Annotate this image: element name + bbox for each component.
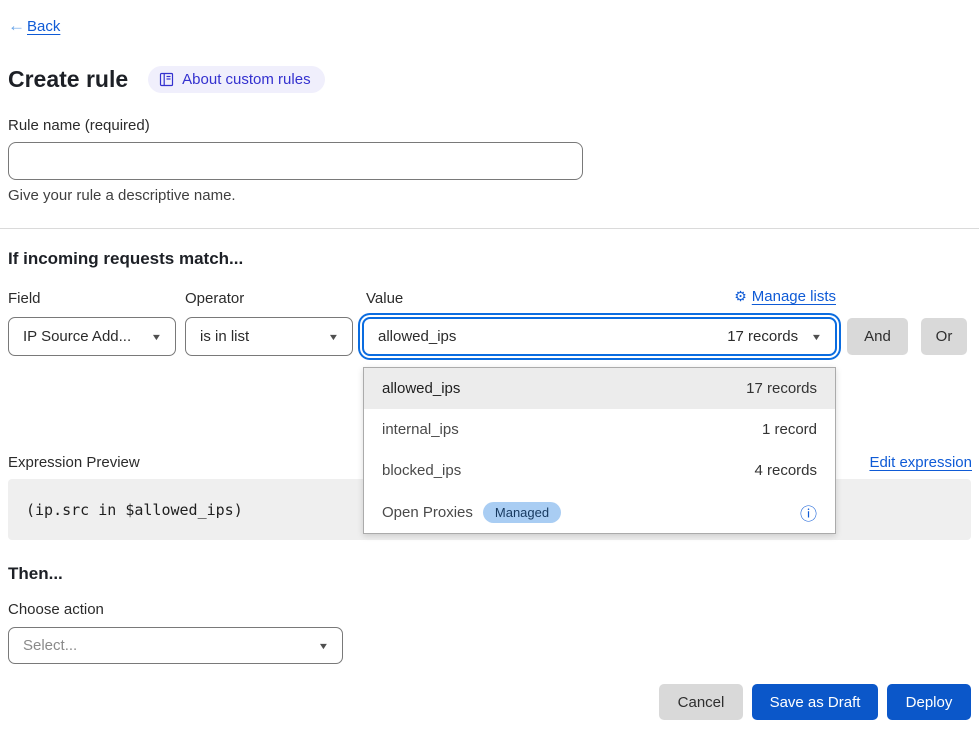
list-item-allowed-ips[interactable]: allowed_ips 17 records bbox=[364, 368, 835, 409]
list-item-name: internal_ips bbox=[382, 421, 459, 438]
cancel-button[interactable]: Cancel bbox=[659, 684, 743, 720]
edit-expression-link[interactable]: Edit expression bbox=[869, 454, 972, 471]
chevron-down-icon: ▼ bbox=[811, 332, 823, 342]
about-custom-rules-label: About custom rules bbox=[182, 71, 310, 88]
section-divider bbox=[0, 228, 979, 229]
value-select-records: 17 records bbox=[727, 328, 798, 345]
then-section-heading: Then... bbox=[8, 564, 63, 584]
back-link-label: Back bbox=[27, 18, 60, 35]
or-button[interactable]: Or bbox=[921, 318, 967, 355]
list-item-internal-ips[interactable]: internal_ips 1 record bbox=[364, 409, 835, 450]
operator-label: Operator bbox=[185, 290, 244, 307]
rule-name-input[interactable] bbox=[8, 142, 583, 180]
value-select-value: allowed_ips bbox=[378, 328, 456, 345]
field-select-value: IP Source Add... bbox=[23, 328, 131, 345]
rule-name-helper: Give your rule a descriptive name. bbox=[8, 187, 236, 204]
list-item-records: 4 records bbox=[754, 462, 817, 479]
list-item-records: 17 records bbox=[746, 380, 817, 397]
expression-code: (ip.src in $allowed_ips) bbox=[8, 501, 243, 519]
list-item-name: Open Proxies bbox=[382, 504, 473, 521]
field-select[interactable]: IP Source Add... ▼ bbox=[8, 317, 176, 356]
list-item-name: allowed_ips bbox=[382, 380, 460, 397]
list-item-blocked-ips[interactable]: blocked_ips 4 records bbox=[364, 450, 835, 491]
chevron-down-icon: ▼ bbox=[318, 641, 330, 651]
value-label: Value bbox=[366, 290, 403, 307]
deploy-button[interactable]: Deploy bbox=[887, 684, 971, 720]
match-section-heading: If incoming requests match... bbox=[8, 249, 243, 269]
field-label: Field bbox=[8, 290, 41, 307]
list-item-open-proxies[interactable]: Open Proxies Managed ⓘ bbox=[364, 491, 835, 533]
choose-action-label: Choose action bbox=[8, 601, 104, 618]
managed-badge: Managed bbox=[483, 502, 561, 523]
operator-select[interactable]: is in list ▼ bbox=[185, 317, 353, 356]
value-dropdown-list: allowed_ips 17 records internal_ips 1 re… bbox=[363, 367, 836, 534]
page-title: Create rule bbox=[8, 66, 128, 93]
list-item-name: blocked_ips bbox=[382, 462, 461, 479]
info-icon[interactable]: ⓘ bbox=[800, 500, 817, 525]
manage-lists-link[interactable]: ⚙ Manage lists bbox=[560, 288, 836, 305]
chevron-down-icon: ▼ bbox=[328, 332, 340, 342]
expression-preview-label: Expression Preview bbox=[8, 454, 140, 471]
back-link[interactable]: ←Back bbox=[8, 16, 60, 36]
save-as-draft-button[interactable]: Save as Draft bbox=[752, 684, 878, 720]
value-select[interactable]: allowed_ips 17 records ▼ bbox=[362, 317, 837, 356]
back-arrow-icon: ← bbox=[8, 16, 25, 35]
gear-icon: ⚙ bbox=[734, 288, 747, 305]
and-button[interactable]: And bbox=[847, 318, 908, 355]
list-item-records: 1 record bbox=[762, 421, 817, 438]
book-icon bbox=[159, 72, 174, 87]
rule-name-label: Rule name (required) bbox=[8, 117, 150, 134]
manage-lists-label: Manage lists bbox=[752, 288, 836, 305]
chevron-down-icon: ▼ bbox=[151, 332, 163, 342]
about-custom-rules-link[interactable]: About custom rules bbox=[148, 66, 324, 93]
action-select[interactable]: Select... ▼ bbox=[8, 627, 343, 664]
operator-select-value: is in list bbox=[200, 328, 249, 345]
action-select-placeholder: Select... bbox=[23, 637, 77, 654]
